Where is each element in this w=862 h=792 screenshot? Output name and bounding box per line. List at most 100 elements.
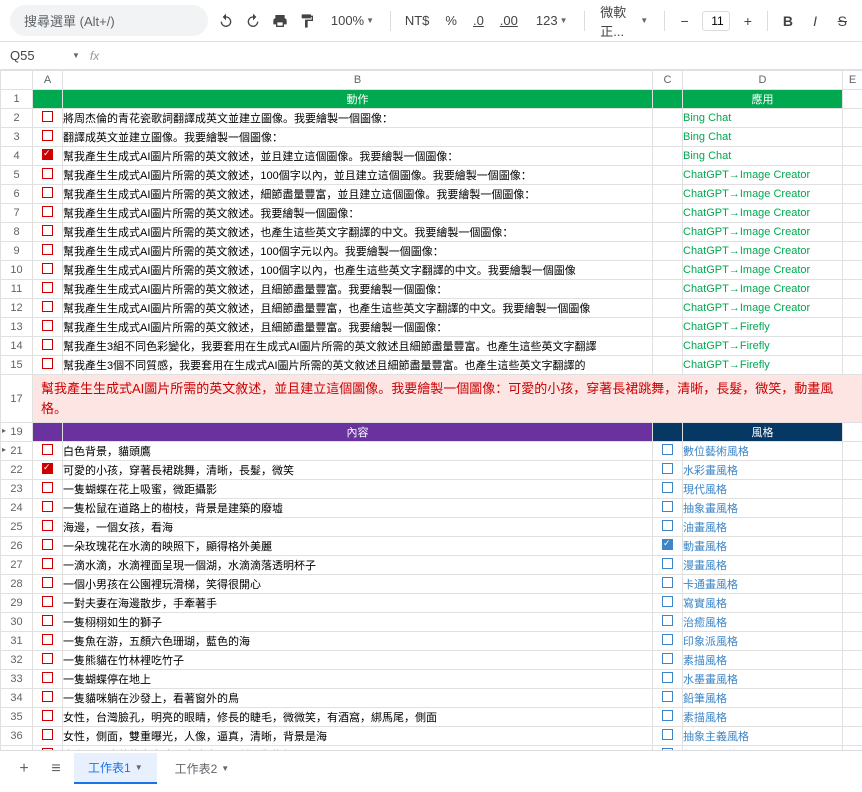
font-size-increase[interactable]: + xyxy=(738,9,757,33)
cell-D7[interactable]: ChatGPT→Image Creator xyxy=(683,204,843,223)
checkbox[interactable] xyxy=(42,339,53,350)
row-header-23[interactable]: 23 xyxy=(1,480,33,499)
row-header-25[interactable]: 25 xyxy=(1,518,33,537)
cell-D31[interactable]: 印象派風格 xyxy=(683,632,843,651)
cell-D37[interactable]: 超現實風格 xyxy=(683,746,843,751)
font-size-input[interactable]: 11 xyxy=(702,11,730,31)
checkbox[interactable] xyxy=(662,482,673,493)
row-header-31[interactable]: 31 xyxy=(1,632,33,651)
row-header-28[interactable]: 28 xyxy=(1,575,33,594)
cell-B6[interactable]: 幫我產生生成式AI圖片所需的英文敘述，細節盡量豐富，並且建立這個圖像。我要繪製一… xyxy=(63,185,653,204)
cell-D5[interactable]: ChatGPT→Image Creator xyxy=(683,166,843,185)
row-header-1[interactable]: 1 xyxy=(1,90,33,109)
row-header-4[interactable]: 4 xyxy=(1,147,33,166)
checkbox[interactable] xyxy=(662,501,673,512)
row-header-15[interactable]: 15 xyxy=(1,356,33,375)
cell-D36[interactable]: 抽象主義風格 xyxy=(683,727,843,746)
cell-B7[interactable]: 幫我產生生成式AI圖片所需的英文敘述。我要繪製一個圖像： xyxy=(63,204,653,223)
formula-input[interactable] xyxy=(109,49,852,63)
checkbox[interactable] xyxy=(42,111,53,122)
checkbox[interactable] xyxy=(42,187,53,198)
row-header-14[interactable]: 14 xyxy=(1,337,33,356)
row-header-11[interactable]: 11 xyxy=(1,280,33,299)
cell-B31[interactable]: 一隻魚在游，五顏六色珊瑚，藍色的海 xyxy=(63,632,653,651)
cell-D21[interactable]: 數位藝術風格 xyxy=(683,442,843,461)
cell-B26[interactable]: 一朵玫瑰花在水滴的映照下，顯得格外美麗 xyxy=(63,537,653,556)
cell-B22[interactable]: 可愛的小孩，穿著長裙跳舞，清晰，長髮，微笑 xyxy=(63,461,653,480)
bold-button[interactable]: B xyxy=(778,9,797,33)
merged-pink-cell[interactable]: 幫我產生生成式AI圖片所需的英文敘述，並且建立這個圖像。我要繪製一個圖像：可愛的… xyxy=(33,375,862,422)
cell-B21[interactable]: 白色背景，貓頭鷹 xyxy=(63,442,653,461)
row-header-9[interactable]: 9 xyxy=(1,242,33,261)
cell-D10[interactable]: ChatGPT→Image Creator xyxy=(683,261,843,280)
checkbox[interactable] xyxy=(662,577,673,588)
cell-B2[interactable]: 將周杰倫的青花瓷歌詞翻譯成英文並建立圖像。我要繪製一個圖像： xyxy=(63,109,653,128)
cell-B10[interactable]: 幫我產生生成式AI圖片所需的英文敘述，100個字以內，也產生這些英文字翻譯的中文… xyxy=(63,261,653,280)
zoom-dropdown[interactable]: 100%▼ xyxy=(325,11,380,30)
cell-D26[interactable]: 動畫風格 xyxy=(683,537,843,556)
cell-B36[interactable]: 女性，側面，雙重曝光，人像，逼真，清晰，背景是海 xyxy=(63,727,653,746)
name-box-dropdown[interactable]: ▼ xyxy=(72,51,80,60)
checkbox[interactable] xyxy=(42,558,53,569)
row-header-5[interactable]: 5 xyxy=(1,166,33,185)
cell-B37[interactable]: 由上而下滴落的大水滴，水滴表面反射一隻蝴蝶 xyxy=(63,746,653,751)
row-header-19[interactable]: ▸19 xyxy=(1,423,33,442)
select-all-corner[interactable] xyxy=(1,71,33,90)
col-header-D[interactable]: D xyxy=(683,71,843,90)
checkbox[interactable] xyxy=(662,710,673,721)
row-header-26[interactable]: 26 xyxy=(1,537,33,556)
row-header-6[interactable]: 6 xyxy=(1,185,33,204)
row-header-8[interactable]: 8 xyxy=(1,223,33,242)
cell-B4[interactable]: 幫我產生生成式AI圖片所需的英文敘述，並且建立這個圖像。我要繪製一個圖像： xyxy=(63,147,653,166)
row-header-34[interactable]: 34 xyxy=(1,689,33,708)
cell-D9[interactable]: ChatGPT→Image Creator xyxy=(683,242,843,261)
add-sheet-button[interactable]: + xyxy=(10,755,38,783)
row-header-12[interactable]: 12 xyxy=(1,299,33,318)
checkbox[interactable] xyxy=(662,748,673,750)
col-header-C[interactable]: C xyxy=(653,71,683,90)
cell-D23[interactable]: 現代風格 xyxy=(683,480,843,499)
cell-B13[interactable]: 幫我產生生成式AI圖片所需的英文敘述，且細節盡量豐富。我要繪製一個圖像： xyxy=(63,318,653,337)
menu-search[interactable]: 搜尋選單 (Alt+/) xyxy=(10,5,208,36)
checkbox[interactable] xyxy=(42,225,53,236)
cell-B32[interactable]: 一隻熊貓在竹林裡吃竹子 xyxy=(63,651,653,670)
cell-B14[interactable]: 幫我產生3組不同色彩變化，我要套用在生成式AI圖片所需的英文敘述且細節盡量豐富。… xyxy=(63,337,653,356)
checkbox[interactable] xyxy=(662,596,673,607)
checkbox[interactable] xyxy=(42,615,53,626)
cell-D28[interactable]: 卡通畫風格 xyxy=(683,575,843,594)
font-size-decrease[interactable]: − xyxy=(675,9,694,33)
undo-button[interactable] xyxy=(216,9,235,33)
checkbox[interactable] xyxy=(42,577,53,588)
cell-D24[interactable]: 抽象畫風格 xyxy=(683,499,843,518)
checkbox[interactable] xyxy=(42,444,53,455)
checkbox[interactable] xyxy=(42,130,53,141)
cell-B9[interactable]: 幫我產生生成式AI圖片所需的英文敘述，100個字元以內。我要繪製一個圖像： xyxy=(63,242,653,261)
cell-B23[interactable]: 一隻蝴蝶在花上吸蜜，微距攝影 xyxy=(63,480,653,499)
all-sheets-button[interactable]: ≡ xyxy=(42,755,70,783)
cell-B34[interactable]: 一隻貓咪躺在沙發上，看著窗外的鳥 xyxy=(63,689,653,708)
row-header-7[interactable]: 7 xyxy=(1,204,33,223)
redo-button[interactable] xyxy=(243,9,262,33)
italic-button[interactable]: I xyxy=(806,9,825,33)
checkbox[interactable] xyxy=(42,653,53,664)
checkbox[interactable] xyxy=(42,282,53,293)
checkbox[interactable] xyxy=(42,539,53,550)
cell-B15[interactable]: 幫我產生3個不同質感，我要套用在生成式AI圖片所需的英文敘述且細節盡量豐富。也產… xyxy=(63,356,653,375)
row-header-13[interactable]: 13 xyxy=(1,318,33,337)
cell-D6[interactable]: ChatGPT→Image Creator xyxy=(683,185,843,204)
checkbox[interactable] xyxy=(42,672,53,683)
checkbox[interactable] xyxy=(42,244,53,255)
checkbox[interactable] xyxy=(42,263,53,274)
cell-D35[interactable]: 素描風格 xyxy=(683,708,843,727)
cell-B35[interactable]: 女性，台灣臉孔，明亮的眼睛，修長的睫毛，微微笑，有酒窩，綁馬尾，側面 xyxy=(63,708,653,727)
cell-D13[interactable]: ChatGPT→Firefly xyxy=(683,318,843,337)
row-header-30[interactable]: 30 xyxy=(1,613,33,632)
cell-D29[interactable]: 寫實風格 xyxy=(683,594,843,613)
checkbox[interactable] xyxy=(42,149,53,160)
cell-B5[interactable]: 幫我產生生成式AI圖片所需的英文敘述，100個字以內，並且建立這個圖像。我要繪製… xyxy=(63,166,653,185)
sheet-tab-1[interactable]: 工作表1▼ xyxy=(74,753,157,784)
cell-B27[interactable]: 一滴水滴，水滴裡面呈現一個湖，水滴滴落透明杯子 xyxy=(63,556,653,575)
checkbox[interactable] xyxy=(662,615,673,626)
checkbox[interactable] xyxy=(42,463,53,474)
cell-D3[interactable]: Bing Chat xyxy=(683,128,843,147)
